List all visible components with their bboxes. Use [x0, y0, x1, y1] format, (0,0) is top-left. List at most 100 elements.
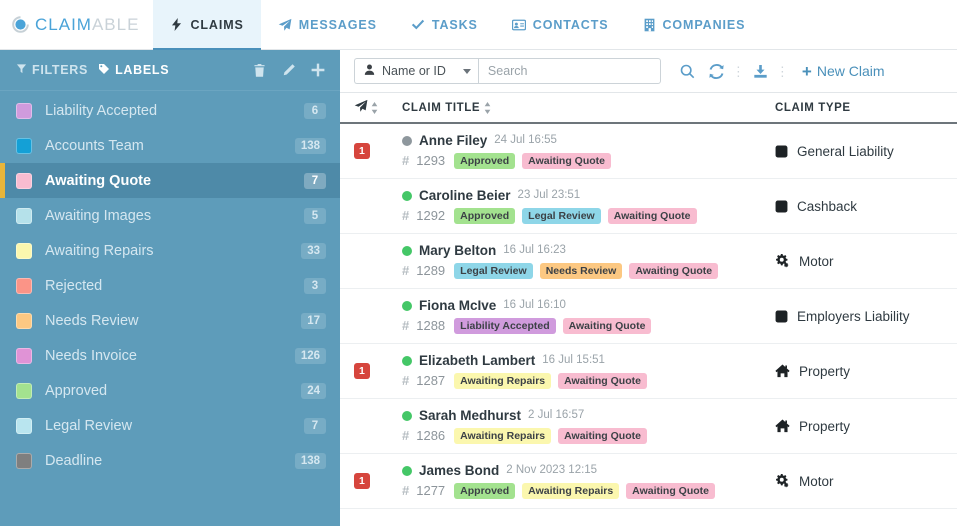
claim-tag[interactable]: Legal Review	[522, 207, 601, 225]
search-input[interactable]	[477, 58, 661, 84]
table-row[interactable]: Mary Belton 16 Jul 16:23 #1289 Legal Review…	[340, 234, 957, 289]
hash-icon: #	[402, 483, 410, 499]
row-title-line: James Bond 2 Nov 2023 12:15	[402, 463, 775, 479]
status-dot	[402, 300, 412, 311]
column-header-flag[interactable]	[354, 99, 402, 116]
claim-tag[interactable]: Awaiting Quote	[558, 427, 647, 445]
sidebar-item-liability-accepted[interactable]: Liability Accepted 6	[0, 93, 340, 128]
table-row[interactable]: Sarah Medhurst 2 Jul 16:57 #1286 Awaiting R…	[340, 399, 957, 454]
claim-tag[interactable]: Awaiting Quote	[522, 152, 611, 170]
toolbar-icons: ⋮ ⋮	[673, 63, 790, 79]
claim-tag[interactable]: Awaiting Repairs	[454, 372, 552, 390]
row-flag-cell: 1	[354, 362, 402, 380]
row-flag-cell: 1	[354, 472, 402, 490]
nav-item-messages[interactable]: MESSAGES	[261, 0, 394, 49]
claim-tag[interactable]: Awaiting Quote	[626, 482, 715, 500]
table-row[interactable]: 1 Elizabeth Lambert 16 Jul 15:51 #1287 Await…	[340, 344, 957, 399]
claim-date: 16 Jul 15:51	[542, 353, 605, 366]
row-meta-line: #1293 Approved Awaiting Quote	[402, 152, 775, 170]
sidebar-item-awaiting-images[interactable]: Awaiting Images 5	[0, 198, 340, 233]
claim-tag[interactable]: Awaiting Repairs	[522, 482, 620, 500]
sidebar-item-needs-invoice[interactable]: Needs Invoice 126	[0, 338, 340, 373]
sidebar-item-awaiting-repairs[interactable]: Awaiting Repairs 33	[0, 233, 340, 268]
claim-tag[interactable]: Approved	[454, 207, 516, 225]
sidebar-item-needs-review[interactable]: Needs Review 17	[0, 303, 340, 338]
claim-tag[interactable]: Approved	[454, 482, 516, 500]
sort-icon	[484, 101, 491, 114]
square-icon	[775, 200, 788, 213]
square-icon	[775, 310, 788, 323]
claim-name: Mary Belton	[419, 242, 497, 258]
claim-tag[interactable]: Needs Review	[539, 262, 623, 280]
claim-type-label: Motor	[799, 473, 834, 489]
column-header-claim-type[interactable]: CLAIM TYPE	[775, 102, 957, 114]
filter-icon	[16, 63, 27, 77]
claim-tag[interactable]: Approved	[454, 152, 516, 170]
sidebar-item-legal-review[interactable]: Legal Review 7	[0, 408, 340, 443]
claim-name: James Bond	[419, 462, 500, 478]
sidebar-tab-filters[interactable]: FILTERS	[16, 63, 88, 77]
nav-item-label: COMPANIES	[662, 17, 746, 32]
sidebar-item-deadline[interactable]: Deadline 138	[0, 443, 340, 478]
icon-separator: ⋮	[775, 63, 789, 79]
app-logo[interactable]: CLAIMABLE	[0, 0, 153, 49]
refresh-icon[interactable]	[702, 63, 731, 79]
new-claim-button[interactable]: + New Claim	[802, 63, 885, 80]
claim-tag[interactable]: Awaiting Quote	[558, 372, 647, 390]
claim-tag[interactable]: Awaiting Quote	[607, 207, 697, 225]
column-header-claim-title[interactable]: CLAIM TITLE	[402, 101, 775, 114]
hash-icon: #	[402, 208, 410, 224]
building-icon	[643, 18, 656, 32]
claim-id: 1292	[416, 208, 446, 224]
home-icon	[775, 419, 790, 433]
claim-tag[interactable]: Awaiting Repairs	[454, 427, 552, 445]
sidebar-item-awaiting-quote[interactable]: Awaiting Quote 7	[0, 163, 340, 198]
sidebar-item-count: 138	[294, 137, 326, 154]
table-row[interactable]: Caroline Beier 23 Jul 23:51 #1292 Approved L…	[340, 179, 957, 234]
status-dot	[402, 465, 412, 476]
nav-item-contacts[interactable]: CONTACTS	[495, 0, 626, 49]
search-icon[interactable]	[673, 64, 702, 79]
square-icon	[775, 145, 788, 158]
pencil-icon[interactable]	[281, 63, 296, 78]
hash-icon: #	[402, 428, 410, 444]
nav-item-companies[interactable]: COMPANIES	[626, 0, 763, 49]
row-type-cell: Property	[775, 419, 957, 434]
table-row[interactable]: Fiona McIve 16 Jul 16:10 #1288 Liability Ac…	[340, 289, 957, 344]
claim-tag[interactable]: Awaiting Quote	[629, 262, 719, 280]
row-meta-line: #1288 Liability Accepted Awaiting Quote	[402, 317, 775, 335]
tag-icon	[98, 63, 110, 78]
table-row[interactable]: 1 James Bond 2 Nov 2023 12:15 #1277 Approved…	[340, 454, 957, 509]
search-field-selector-label: Name or ID	[382, 64, 446, 78]
claim-id: 1286	[416, 428, 446, 444]
sidebar-item-rejected[interactable]: Rejected 3	[0, 268, 340, 303]
row-meta-line: #1292 Approved Legal Review Awaiting Quote	[402, 207, 775, 225]
claim-type-label: Property	[799, 363, 851, 379]
sidebar-item-label: Needs Invoice	[45, 347, 137, 364]
sidebar-item-approved[interactable]: Approved 24	[0, 373, 340, 408]
hash-icon: #	[402, 373, 410, 389]
row-title-line: Caroline Beier 23 Jul 23:51	[402, 188, 775, 204]
paper-plane-icon	[354, 99, 368, 116]
sidebar-item-accounts-team[interactable]: Accounts Team 138	[0, 128, 340, 163]
claim-date: 23 Jul 23:51	[517, 188, 581, 201]
plus-icon[interactable]	[310, 62, 326, 78]
claim-tag[interactable]: Awaiting Quote	[562, 317, 652, 335]
icon-separator: ⋮	[731, 63, 745, 79]
logo-text-primary: CLAIM	[35, 14, 92, 34]
sidebar-tab-labels[interactable]: LABELS	[98, 63, 169, 78]
table-row[interactable]: 1 Anne Filey 24 Jul 16:55 #1293 Approved Awai…	[340, 124, 957, 179]
nav-item-tasks[interactable]: TASKS	[394, 0, 495, 49]
logo-text-secondary: ABLE	[91, 14, 140, 34]
check-icon	[411, 18, 425, 32]
download-icon[interactable]	[746, 64, 775, 79]
table-header: CLAIM TITLE CLAIM TYPE	[340, 93, 957, 124]
claim-tag[interactable]: Legal Review	[454, 262, 533, 280]
label-color-swatch	[16, 347, 32, 364]
claim-date: 2 Jul 16:57	[528, 408, 585, 421]
nav-item-claims[interactable]: CLAIMS	[153, 0, 262, 50]
claim-tag[interactable]: Liability Accepted	[454, 317, 556, 335]
trash-icon[interactable]	[252, 63, 267, 78]
search-field-selector[interactable]: Name or ID	[354, 58, 478, 84]
hash-icon: #	[402, 318, 410, 334]
